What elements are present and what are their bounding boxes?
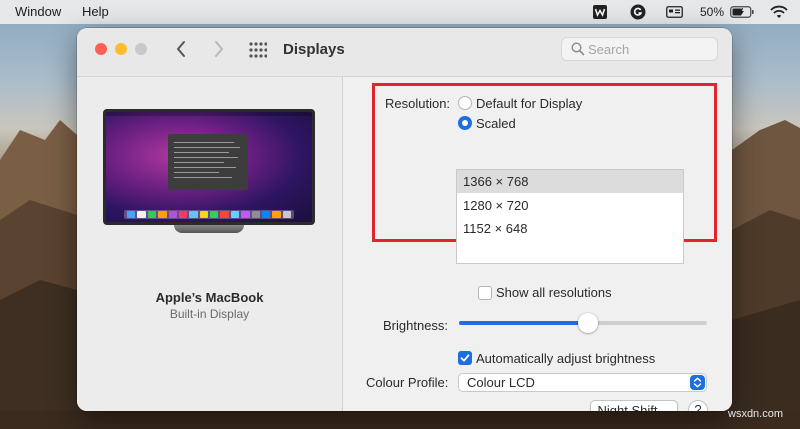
window-title: Displays [283,41,345,58]
display-name: Apple’s MacBook [155,290,264,305]
wps-icon[interactable] [591,4,608,20]
close-button[interactable] [95,43,107,55]
show-all-resolutions-label[interactable]: Show all resolutions [496,285,612,300]
zoom-button [135,43,147,55]
display-subtitle: Built-in Display [169,307,250,321]
resolution-option[interactable]: 1280 × 720 [457,194,683,217]
watermark: wsxdn.com [728,408,784,420]
chevron-right-icon [215,41,223,57]
radio-default-for-display[interactable] [458,96,472,110]
brightness-slider-knob[interactable] [577,313,598,333]
radio-scaled-label[interactable]: Scaled [476,116,516,131]
resolution-option[interactable]: 1366 × 768 [457,170,683,193]
show-all-resolutions-checkbox[interactable] [478,286,492,300]
menu-window[interactable]: Window [15,4,61,19]
minimize-button[interactable] [115,43,127,55]
select-arrows-icon [690,375,705,390]
radio-default-label[interactable]: Default for Display [476,96,582,111]
checkmark-icon [460,354,470,362]
colour-profile-label: Colour Profile: [366,375,449,390]
menu-bar: Window Help 50% [0,0,800,24]
chevron-left-icon [177,41,185,57]
monitor-screen-wallpaper [106,112,312,222]
battery-icon[interactable] [730,4,754,20]
grammarly-icon[interactable] [629,4,646,20]
forward-button [213,39,225,63]
keyboard-input-icon[interactable] [666,4,683,20]
night-shift-button[interactable]: Night Shift… [590,400,678,411]
brightness-label: Brightness: [383,318,449,333]
search-input[interactable] [588,41,708,57]
displays-window: Displays Search Apple’s MacBook Built-in… [77,28,732,411]
show-all-button[interactable] [249,42,268,62]
grid-icon [249,42,268,58]
display-preview-pane: Apple’s MacBook Built-in Display [77,77,343,411]
help-button[interactable]: ? [688,400,708,411]
brightness-slider[interactable] [459,313,707,333]
window-toolbar: Displays [77,28,732,77]
wifi-icon[interactable] [770,4,788,20]
radio-scaled[interactable] [458,116,472,130]
resolution-label: Resolution: [385,96,451,111]
resolution-option[interactable]: 1152 × 648 [457,217,683,240]
battery-percentage: 50% [700,5,725,19]
search-icon [571,42,585,56]
monitor-stand [174,225,244,233]
brightness-slider-fill [459,321,588,325]
back-button[interactable] [175,39,187,63]
menu-help[interactable]: Help [82,4,109,19]
auto-brightness-label[interactable]: Automatically adjust brightness [476,351,655,366]
search-field[interactable] [561,37,718,61]
colour-profile-select[interactable]: Colour LCD [458,373,707,392]
monitor-thumbnail [103,109,315,225]
display-settings-pane: Resolution: Default for Display Scaled 1… [343,77,732,411]
auto-brightness-checkbox[interactable] [458,351,472,365]
resolution-list[interactable]: 1366 × 768 1280 × 720 1152 × 648 [456,169,684,264]
colour-profile-value: Colour LCD [467,375,535,390]
